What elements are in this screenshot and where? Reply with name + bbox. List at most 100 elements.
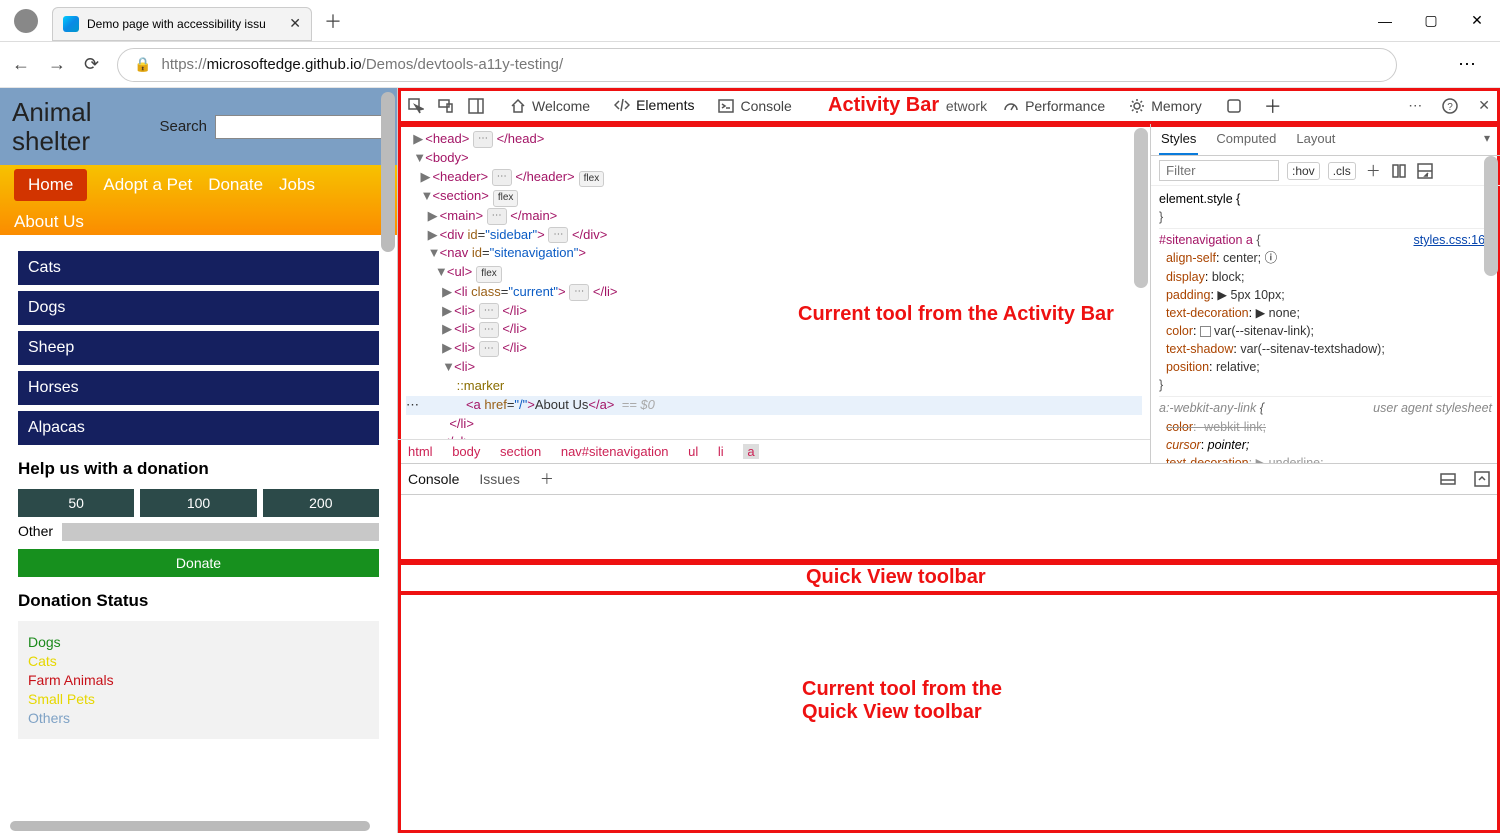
tab-computed[interactable]: Computed (1214, 124, 1278, 155)
dock-side-icon[interactable] (468, 97, 484, 114)
reload-button[interactable]: ⟳ (84, 54, 99, 75)
styles-rules[interactable]: element.style { } #sitenavigation a {sty… (1151, 186, 1500, 463)
url-text: https://microsoftedge.github.io/Demos/de… (162, 56, 564, 73)
category-link[interactable]: Horses (18, 371, 379, 405)
donation-heading: Help us with a donation (18, 459, 379, 479)
selected-dom-node[interactable]: ⋯ <a href="/">About Us</a> == $0 (406, 396, 1142, 415)
page-viewport: Animal shelter Search Home Adopt a Pet D… (0, 88, 398, 833)
lock-icon: 🔒 (134, 56, 151, 73)
status-heading: Donation Status (18, 591, 379, 611)
status-item: Others (28, 710, 369, 726)
inspect-element-icon[interactable] (408, 97, 424, 114)
dom-breadcrumbs[interactable]: html body section nav#sitenavigation ul … (398, 439, 1150, 463)
donate-amount[interactable]: 100 (140, 489, 256, 517)
qv-issues-tab[interactable]: Issues (479, 471, 519, 487)
tab-welcome[interactable]: Welcome (502, 88, 598, 124)
search-input[interactable] (215, 115, 385, 139)
more-tabs-button[interactable]: ＋ (1264, 93, 1282, 119)
window-controls: — ▢ ✕ (1362, 0, 1500, 42)
tab-title: Demo page with accessibility issu (87, 17, 281, 31)
page-sidebar: Cats Dogs Sheep Horses Alpacas Help us w… (0, 235, 397, 755)
gear-icon (1129, 98, 1145, 114)
status-item: Dogs (28, 634, 369, 650)
cls-button[interactable]: .cls (1328, 162, 1356, 180)
donate-button[interactable]: Donate (18, 549, 379, 577)
qv-collapse-icon[interactable] (1474, 470, 1490, 487)
status-item: Cats (28, 653, 369, 669)
devtools: Activity Bar Current tool from the Activ… (398, 88, 1500, 833)
more-tools-button[interactable]: ⋯ (1408, 97, 1422, 114)
other-input[interactable] (62, 523, 379, 541)
device-toggle-icon[interactable] (438, 97, 454, 114)
back-button[interactable]: ← (12, 54, 30, 75)
maximize-button[interactable]: ▢ (1408, 0, 1454, 42)
tab-performance[interactable]: Performance (995, 88, 1113, 124)
nav-donate[interactable]: Donate (208, 175, 263, 195)
code-icon (614, 97, 630, 113)
other-label: Other (18, 523, 62, 541)
styles-filter-input[interactable] (1159, 160, 1279, 181)
page-scrollbar[interactable] (381, 92, 395, 252)
category-link[interactable]: Dogs (18, 291, 379, 325)
qv-more-button[interactable]: ＋ (540, 469, 554, 489)
nav-home[interactable]: Home (14, 169, 87, 201)
browser-titlebar: Demo page with accessibility issu ✕ ＋ — … (0, 0, 1500, 42)
nav-jobs[interactable]: Jobs (279, 175, 315, 195)
styles-panel: Styles Computed Layout ▾ :hov .cls ＋ ele… (1150, 124, 1500, 463)
close-window-button[interactable]: ✕ (1454, 0, 1500, 42)
category-link[interactable]: Cats (18, 251, 379, 285)
tab-network-fragment[interactable]: etwork (946, 98, 987, 114)
page-header: Animal shelter Search (0, 88, 397, 165)
new-rule-icon[interactable]: ＋ (1366, 160, 1381, 181)
computed-toggle-icon[interactable] (1417, 162, 1433, 179)
status-box: Dogs Cats Farm Animals Small Pets Others (18, 621, 379, 739)
styles-more-icon[interactable]: ▾ (1482, 124, 1492, 155)
tab-console[interactable]: Console (710, 88, 799, 124)
focus-mode-icon[interactable] (1226, 97, 1242, 114)
styles-tabs: Styles Computed Layout ▾ (1151, 124, 1500, 156)
new-tab-button[interactable]: ＋ (318, 8, 348, 34)
browser-menu-button[interactable]: ⋯ (1458, 54, 1478, 75)
hov-button[interactable]: :hov (1287, 162, 1320, 180)
nav-about[interactable]: About Us (14, 212, 397, 232)
devtools-activity-bar: Welcome Elements Console etwork Performa… (398, 88, 1500, 124)
url-field[interactable]: 🔒 https://microsoftedge.github.io/Demos/… (117, 48, 1397, 82)
page-hscrollbar[interactable] (10, 821, 370, 831)
donate-amount[interactable]: 50 (18, 489, 134, 517)
help-button[interactable]: ? (1442, 97, 1458, 114)
annotation-label: Current tool from the Quick View toolbar (802, 678, 1062, 724)
dom-scrollbar[interactable] (1134, 128, 1148, 288)
tab-styles[interactable]: Styles (1159, 124, 1198, 155)
annotation-label: Quick View toolbar (806, 566, 986, 589)
dom-tree-panel: ▶<head> ⋯ </head> ▼<body> ▶<header> ⋯ </… (398, 124, 1150, 463)
nav-adopt[interactable]: Adopt a Pet (103, 175, 192, 195)
tab-elements[interactable]: Elements (606, 88, 702, 124)
home-icon (510, 98, 526, 114)
browser-tab[interactable]: Demo page with accessibility issu ✕ (52, 7, 312, 41)
styles-scrollbar[interactable] (1484, 156, 1498, 276)
category-link[interactable]: Alpacas (18, 411, 379, 445)
tab-layout[interactable]: Layout (1294, 124, 1337, 155)
category-link[interactable]: Sheep (18, 331, 379, 365)
quick-view-body (398, 495, 1500, 833)
status-item: Farm Animals (28, 672, 369, 688)
page-nav: Home Adopt a Pet Donate Jobs About Us (0, 165, 397, 235)
qv-dock-icon[interactable] (1440, 470, 1456, 487)
profile-avatar[interactable] (14, 9, 38, 33)
flex-editor-icon[interactable] (1391, 162, 1407, 179)
close-tab-icon[interactable]: ✕ (289, 15, 301, 32)
favicon-icon (63, 16, 79, 32)
qv-console-tab[interactable]: Console (408, 471, 459, 487)
forward-button[interactable]: → (48, 54, 66, 75)
address-bar: ← → ⟳ 🔒 https://microsoftedge.github.io/… (0, 42, 1500, 88)
search-label: Search (159, 118, 207, 135)
svg-text:?: ? (1447, 102, 1453, 113)
close-devtools-button[interactable]: ✕ (1478, 97, 1490, 114)
gauge-icon (1003, 98, 1019, 114)
dom-tree[interactable]: ▶<head> ⋯ </head> ▼<body> ▶<header> ⋯ </… (398, 124, 1150, 439)
donate-amount[interactable]: 200 (263, 489, 379, 517)
minimize-button[interactable]: — (1362, 0, 1408, 42)
tab-memory[interactable]: Memory (1121, 88, 1210, 124)
source-link[interactable]: styles.css:169 (1413, 231, 1492, 249)
status-item: Small Pets (28, 691, 369, 707)
